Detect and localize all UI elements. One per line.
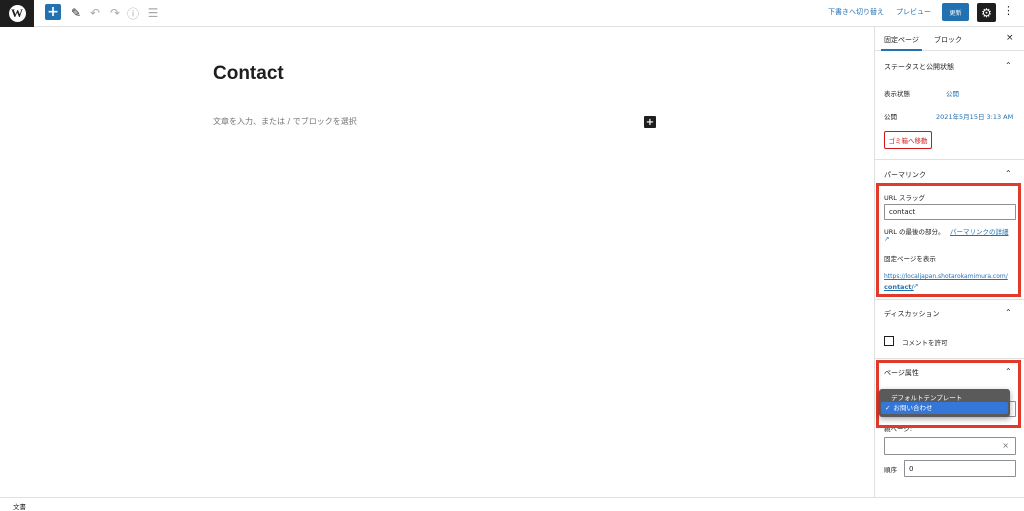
chevron-up-icon[interactable]: ⌃ <box>1005 61 1012 70</box>
template-option-contact[interactable]: ✓ お問い合わせ <box>881 402 1008 414</box>
block-placeholder[interactable]: 文章を入力、または / でブロックを選択 <box>213 116 357 127</box>
chevron-up-icon[interactable]: ⌃ <box>1005 169 1012 178</box>
template-dropdown-menu: デフォルトテンプレート ✓ お問い合わせ <box>879 389 1010 417</box>
breadcrumb[interactable]: 文書 <box>13 501 26 511</box>
update-button[interactable]: 更新 <box>942 3 969 21</box>
switch-to-draft-button[interactable]: 下書きへ切り替え <box>828 7 884 17</box>
wordpress-icon: W <box>8 5 26 22</box>
page-title[interactable]: Contact <box>213 63 284 85</box>
divider <box>875 299 1024 300</box>
tab-block[interactable]: ブロック <box>934 35 962 45</box>
preview-button[interactable]: プレビュー <box>896 7 931 17</box>
editor-footer: 文書 <box>0 497 1024 511</box>
template-option-label: お問い合わせ <box>893 404 933 412</box>
close-icon[interactable]: × <box>1006 33 1014 43</box>
clear-icon[interactable]: × <box>1002 441 1009 450</box>
move-to-trash-button[interactable]: ゴミ箱へ移動 <box>884 131 932 149</box>
parent-page-combobox[interactable]: × <box>884 437 1016 455</box>
settings-gear-icon[interactable]: ⚙ <box>977 3 996 22</box>
add-block-button[interactable]: + <box>45 4 61 20</box>
publish-label: 公開 <box>884 113 897 121</box>
redo-icon[interactable]: ↷ <box>109 4 121 22</box>
edit-tool-icon[interactable]: ✎ <box>70 4 82 22</box>
list-view-icon[interactable]: ☰ <box>147 4 159 22</box>
undo-icon[interactable]: ↶ <box>89 4 101 22</box>
visibility-value-link[interactable]: 公開 <box>946 88 959 98</box>
allow-comments-checkbox[interactable] <box>884 336 894 346</box>
editor-toolbar: W + ✎ ↶ ↷ ⓘ ☰ 下書きへ切り替え プレビュー 更新 ⚙ ⋮ <box>0 0 1024 27</box>
order-input[interactable]: 0 <box>904 460 1016 477</box>
visibility-label: 表示状態 <box>884 90 910 98</box>
more-options-icon[interactable]: ⋮ <box>1003 4 1014 17</box>
block-inserter-icon[interactable]: + <box>644 116 656 128</box>
checkmark-icon: ✓ <box>885 404 891 412</box>
status-panel-title[interactable]: ステータスと公開状態 <box>884 62 954 72</box>
order-label: 順序 <box>884 466 897 474</box>
publish-date-link[interactable]: 2021年5月15日 3:13 AM <box>936 111 1013 121</box>
divider <box>875 358 1024 359</box>
wordpress-logo[interactable]: W <box>0 0 34 27</box>
sidebar-tabs: 固定ページ ブロック × <box>875 27 1024 51</box>
permalink-panel-title[interactable]: パーマリンク <box>884 170 926 180</box>
template-option-default[interactable]: デフォルトテンプレート <box>891 392 962 402</box>
divider <box>875 159 1024 160</box>
discussion-panel-title[interactable]: ディスカッション <box>884 309 940 319</box>
permalink-highlight-box <box>876 183 1021 297</box>
info-icon[interactable]: ⓘ <box>127 4 139 22</box>
chevron-up-icon[interactable]: ⌃ <box>1005 308 1012 317</box>
allow-comments-label: コメントを許可 <box>902 339 948 347</box>
tab-page[interactable]: 固定ページ <box>881 35 922 51</box>
